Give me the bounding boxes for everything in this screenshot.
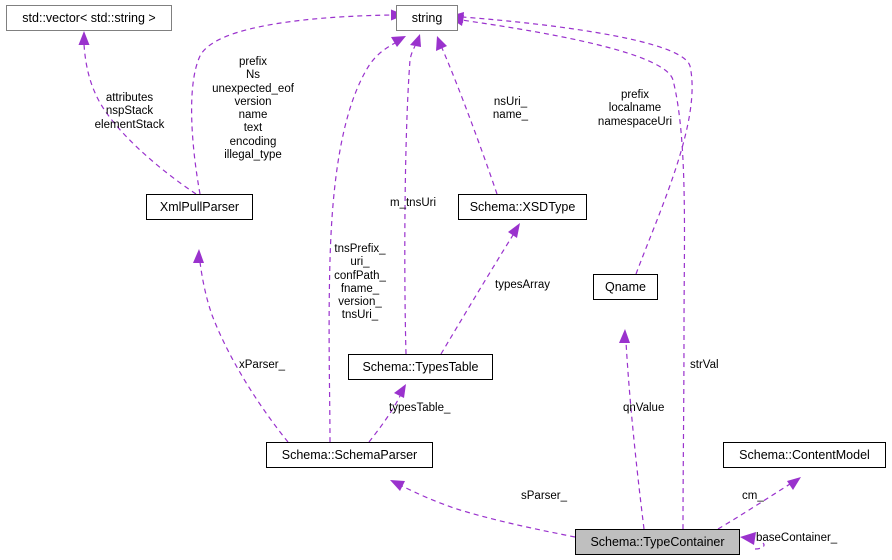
edge-label-prefix-localname-group: prefix localname namespaceUri: [597, 89, 673, 128]
edge-label-qnvalue: qnValue: [623, 402, 665, 414]
edge-label-sparser: sParser_: [521, 490, 568, 502]
edge-label-typesarray: typesArray: [495, 279, 550, 291]
node-schema-typestable[interactable]: Schema::TypesTable: [348, 354, 493, 380]
node-xmlpullparser[interactable]: XmlPullParser: [146, 194, 253, 220]
edge-typecontainer-to-schemaparser: [390, 480, 576, 538]
edge-label-nsuri-group: nsUri_ name_: [492, 96, 529, 122]
edge-label-xparser: xParser_: [239, 359, 286, 371]
diagram-edges-layer: [78, 9, 801, 550]
collaboration-diagram: std::vector< std::string > string XmlPul…: [0, 0, 892, 560]
edge-label-attributes-group: attributes nspStack elementStack: [94, 92, 165, 131]
edge-label-tnsprefix-group: tnsPrefix_ uri_ confPath_ fname_ version…: [334, 243, 386, 322]
node-schema-schemaparser[interactable]: Schema::SchemaParser: [266, 442, 433, 468]
node-schema-typecontainer[interactable]: Schema::TypeContainer: [575, 529, 740, 555]
edge-label-prefix-group: prefix Ns unexpected_eof version name te…: [212, 56, 294, 162]
edge-typestable-to-string: [404, 34, 421, 355]
edge-schemaparser-to-xmlpullparser: [193, 249, 289, 443]
edge-label-basecontainer: baseContainer_: [756, 532, 838, 544]
edge-label-m-tnsuri: m_tnsUri: [390, 197, 437, 209]
node-std-vector-string[interactable]: std::vector< std::string >: [6, 5, 172, 31]
edge-schemaparser-to-string: [328, 36, 406, 443]
node-schema-contentmodel[interactable]: Schema::ContentModel: [723, 442, 886, 468]
edge-qname-to-string: [450, 12, 693, 275]
edge-label-cm: cm_: [742, 490, 764, 502]
edge-typecontainer-to-qname: [619, 329, 645, 530]
node-schema-xsdtype[interactable]: Schema::XSDType: [458, 194, 587, 220]
edge-label-strval: strVal: [690, 359, 719, 371]
node-string[interactable]: string: [396, 5, 458, 31]
edge-label-typestable: typesTable_: [389, 402, 451, 414]
node-qname[interactable]: Qname: [593, 274, 658, 300]
